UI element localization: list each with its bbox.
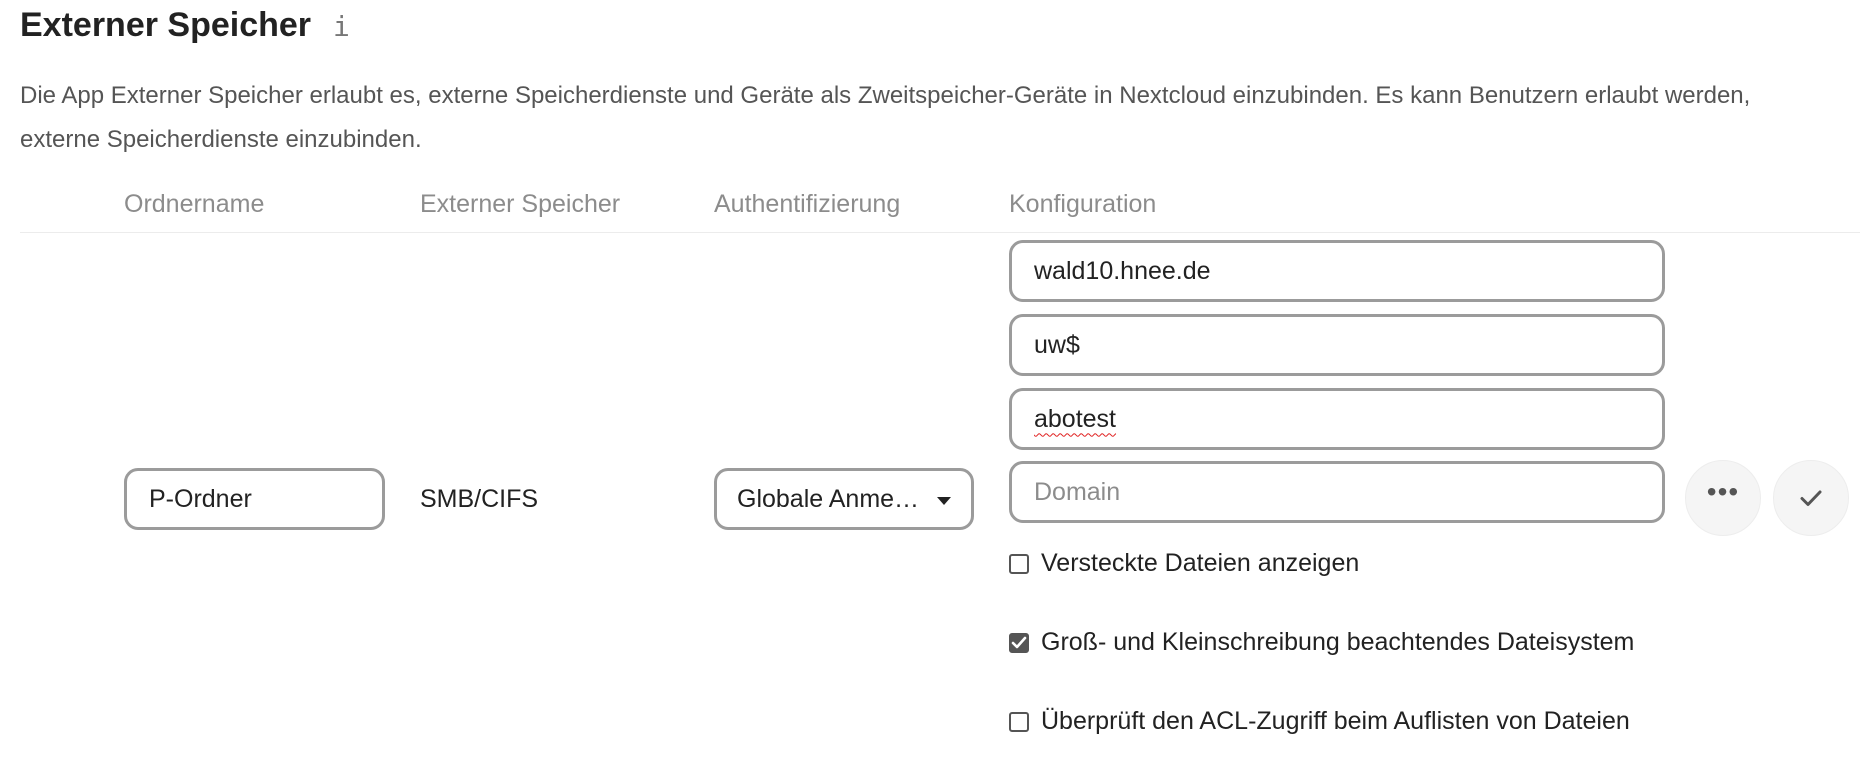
checkmark-icon <box>1800 490 1822 506</box>
option-show-hidden-files[interactable]: Versteckte Dateien anzeigen <box>1009 549 1359 578</box>
header-divider <box>20 232 1860 233</box>
domain-input[interactable]: Domain <box>1009 461 1665 523</box>
folder-name-input[interactable]: P-Ordner <box>124 468 385 530</box>
option-label: Groß- und Kleinschreibung beachtendes Da… <box>1041 628 1635 656</box>
section-description: Die App Externer Speicher erlaubt es, ex… <box>20 74 1860 162</box>
column-header-authentication: Authentifizierung <box>714 190 901 218</box>
share-input[interactable]: uw$ <box>1009 314 1665 376</box>
chevron-down-icon <box>937 497 951 505</box>
domain-input-placeholder: Domain <box>1034 477 1121 506</box>
external-storage-settings: Externer Speicher i Die App Externer Spe… <box>0 0 1860 758</box>
checkbox[interactable] <box>1009 553 1029 574</box>
authentication-select[interactable]: Globale Anme… <box>714 468 974 530</box>
column-header-external-storage: Externer Speicher <box>420 190 621 218</box>
backend-label: SMB/CIFS <box>420 485 539 513</box>
page-title: Externer Speicher <box>20 6 312 44</box>
checkbox-checked[interactable] <box>1009 632 1029 653</box>
checkmark-icon <box>1011 636 1027 648</box>
description-line-1: Die App Externer Speicher erlaubt es, ex… <box>20 82 1751 109</box>
more-options-button[interactable]: ••• <box>1685 460 1761 536</box>
column-header-configuration: Konfiguration <box>1009 190 1157 218</box>
description-line-2: externe Speicherdienste einzubinden. <box>20 126 422 153</box>
save-button[interactable] <box>1773 460 1849 536</box>
option-check-acl[interactable]: Überprüft den ACL-Zugriff beim Auflisten… <box>1009 707 1630 736</box>
more-horizontal-icon: ••• <box>1706 476 1740 507</box>
user-input[interactable]: abotest <box>1009 388 1665 450</box>
option-case-sensitive[interactable]: Groß- und Kleinschreibung beachtendes Da… <box>1009 628 1634 657</box>
checkbox[interactable] <box>1009 711 1029 732</box>
info-icon[interactable]: i <box>333 10 350 43</box>
option-label: Versteckte Dateien anzeigen <box>1041 549 1360 577</box>
option-label: Überprüft den ACL-Zugriff beim Auflisten… <box>1041 707 1630 735</box>
host-input[interactable]: wald10.hnee.de <box>1009 240 1665 302</box>
column-header-folder-name: Ordnername <box>124 190 265 218</box>
user-input-value: abotest <box>1034 404 1117 433</box>
authentication-selected-value: Globale Anme… <box>737 484 920 513</box>
